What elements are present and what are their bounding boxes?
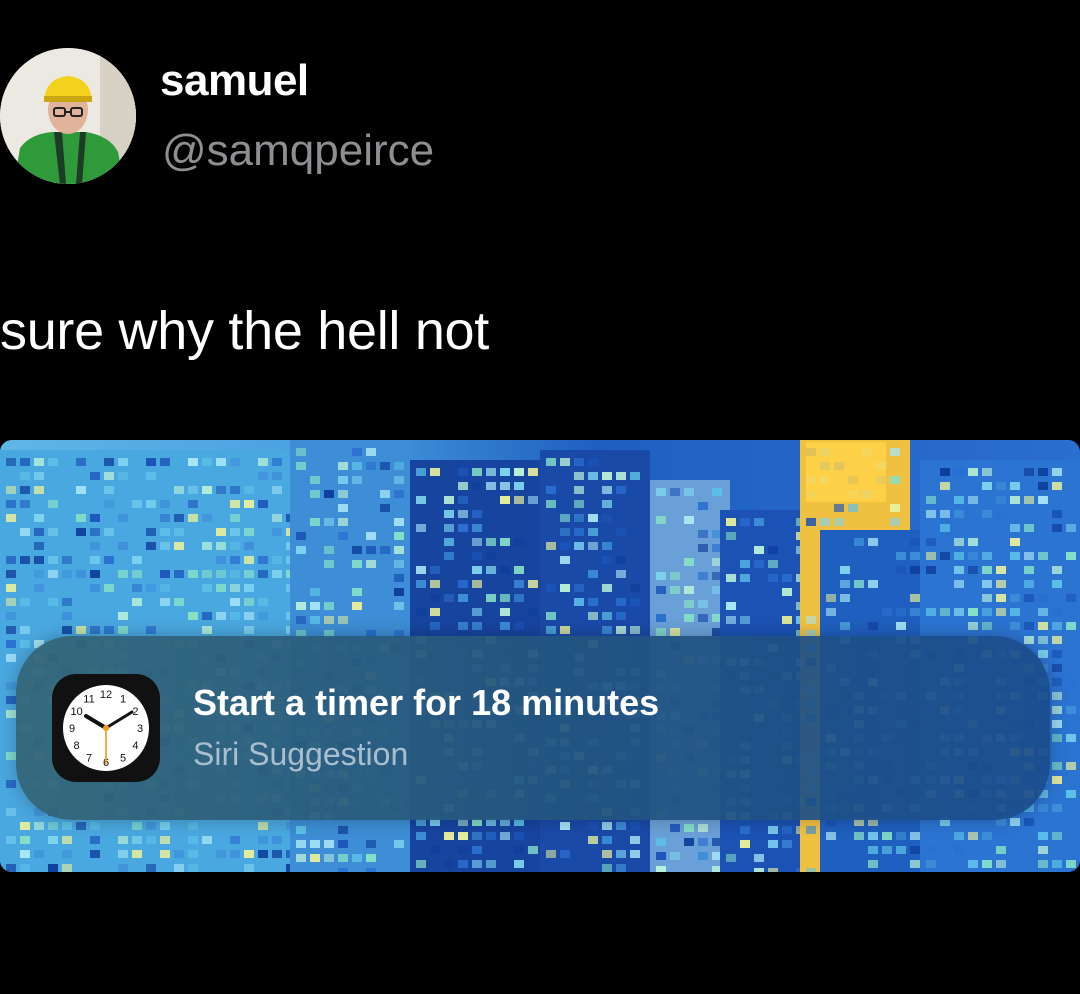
clock-icon: 121234567891011: [52, 674, 160, 782]
clock-numeral: 8: [74, 740, 80, 752]
clock-numeral: 9: [69, 723, 75, 735]
siri-suggestion-card[interactable]: 121234567891011 Start a timer for 18 min…: [16, 636, 1050, 820]
clock-numeral: 5: [120, 752, 126, 764]
clock-numeral: 11: [83, 694, 94, 706]
author-handle[interactable]: @samqpeirce: [162, 126, 434, 176]
clock-numeral: 3: [137, 723, 143, 735]
clock-numeral: 12: [100, 689, 112, 701]
clock-numeral: 4: [132, 740, 138, 752]
tweet-text: sure why the hell not: [0, 301, 489, 361]
siri-suggestion-title: Start a timer for 18 minutes: [193, 682, 660, 723]
clock-numeral: 1: [120, 694, 126, 706]
avatar-photo: [0, 48, 136, 184]
clock-numeral: 10: [70, 706, 82, 718]
author-display-name[interactable]: samuel: [160, 56, 309, 106]
clock-numeral: 7: [86, 752, 92, 764]
tweet-screenshot: samuel @samqpeirce sure why the hell not…: [0, 0, 1080, 994]
avatar[interactable]: [0, 48, 136, 184]
tweet-media[interactable]: 121234567891011 Start a timer for 18 min…: [0, 440, 1080, 872]
siri-suggestion-subtitle: Siri Suggestion: [193, 736, 409, 772]
